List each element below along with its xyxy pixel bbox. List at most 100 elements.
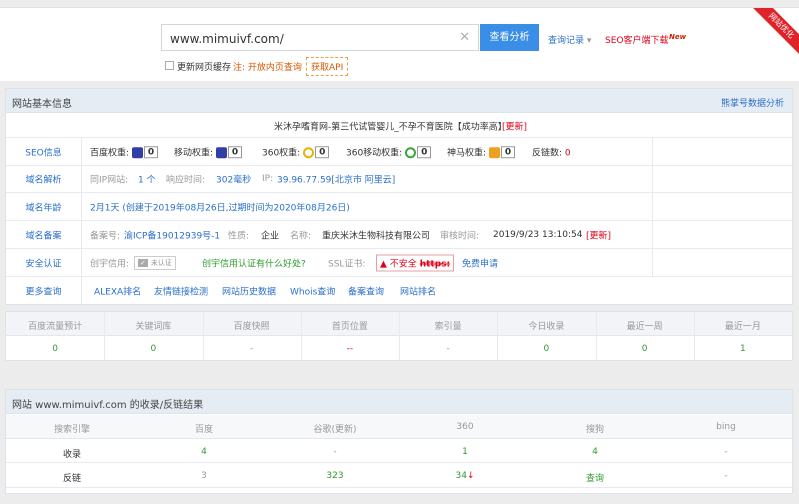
warning-icon: ▲ <box>380 259 387 269</box>
xiongzhang-link[interactable]: 熊掌号数据分析 <box>721 96 784 109</box>
stats-header-cell: 最近一月 <box>724 322 761 332</box>
security-row: 安全认证 创宇信用: ✓ 未认证 创宇信用认证有什么好处? SSL证书: ▲ 不安… <box>6 249 792 277</box>
stats-header-cell: 关键词库 <box>135 322 172 332</box>
seo-client-link[interactable]: SEO客户端下载 <box>605 33 668 46</box>
credit-badge[interactable]: ✓ 未认证 <box>134 255 176 270</box>
divider <box>693 312 695 360</box>
corner-ribbon[interactable]: 网站优化 <box>753 8 799 54</box>
baidu-weight: 百度权重: 0 <box>90 145 159 159</box>
site-title-update-link[interactable]: [更新] <box>502 119 527 132</box>
index-value-cell[interactable]: 查询 <box>530 471 660 484</box>
index-value-cell: - <box>724 471 728 481</box>
refresh-cache-checkbox[interactable] <box>165 61 174 70</box>
response-time-value: 302毫秒 <box>216 175 252 186</box>
divider <box>6 487 792 488</box>
chevron-down-icon: ▾ <box>586 36 592 46</box>
security-label[interactable]: 安全认证 <box>6 249 82 276</box>
credit-benefit-link[interactable]: 创宇信用认证有什么好处? <box>202 256 306 269</box>
search-bar-panel: www.mimuivf.com/ ✕ 查看分析 查询记录 ▾ SEO客户端下载 … <box>0 7 799 81</box>
stats-header-cell: 索引量 <box>434 322 462 332</box>
more-row: 更多查询 ALEXA排名 友情链接检测 网站历史数据 Whois查询 备案查询 … <box>6 277 792 304</box>
query-history-link[interactable]: 查询记录 ▾ <box>548 33 591 46</box>
index-row-label: 反链 <box>62 474 81 484</box>
stats-table: 百度流量预计 0 关键词库 0 百度快照 - 首页位置 -- 索引量 - 今日收录 0 最近一周 0 最近一… <box>5 311 793 361</box>
alexa-link[interactable]: ALEXA排名 <box>94 284 141 297</box>
icp-row: 域名备案 备案号: 渝ICP备19012939号-1 性质: 企业 名称: 重庆… <box>6 221 792 249</box>
icp-no-value[interactable]: 渝ICP备19012939号-1 <box>124 228 220 241</box>
age-row: 域名年龄 2月1天 (创建于2019年08月26日,过期时间为2020年08月2… <box>6 193 792 221</box>
index-value-cell: - <box>333 447 337 457</box>
divider <box>595 312 597 360</box>
stats-header-cell: 首页位置 <box>331 322 368 332</box>
divider <box>300 312 302 360</box>
index-header: 网站 www.mimuivf.com 的收录/反链结果 <box>6 390 792 414</box>
ip-label: IP: <box>262 174 274 184</box>
index-header-cell: bing <box>716 422 736 432</box>
age-label[interactable]: 域名年龄 <box>6 193 82 220</box>
check-icon: ✓ <box>138 258 148 267</box>
dns-label[interactable]: 域名解析 <box>6 166 82 192</box>
index-value-cell: 4 <box>592 447 598 457</box>
get-api-button[interactable]: 获取API <box>306 57 349 76</box>
company-name-value: 重庆米沐生物科技有限公司 <box>322 231 431 241</box>
index-title: 网站 www.mimuivf.com 的收录/反链结果 <box>12 400 204 411</box>
dns-row: 域名解析 同IP网站: 1 个 响应时间: 302毫秒 IP: 39.96.77… <box>6 166 792 193</box>
more-label[interactable]: 更多查询 <box>6 277 82 304</box>
seo-label[interactable]: SEO信息 <box>6 138 82 165</box>
divider <box>104 312 106 360</box>
ssl-badge[interactable]: ▲ 不安全 https: <box>376 254 455 271</box>
divider <box>652 138 653 277</box>
response-time-label: 响应时间: <box>166 175 206 186</box>
search-input[interactable]: www.mimuivf.com/ ✕ <box>161 24 479 51</box>
inner-page-note: 注: 开放内页查询 <box>233 63 302 73</box>
index-section: 网站 www.mimuivf.com 的收录/反链结果 搜索引擎 百度 谷歌(更新)… <box>5 389 793 494</box>
seo-row: SEO信息 百度权重: 0 移动权重: 0 360权重: 0 360移动权重: … <box>6 138 792 166</box>
search-button[interactable]: 查看分析 <box>480 24 539 51</box>
icp-label[interactable]: 域名备案 <box>6 221 82 248</box>
icp-query-link[interactable]: 备案查询 <box>348 284 384 297</box>
google-update-header[interactable]: 谷歌(更新) <box>270 422 400 435</box>
index-header-cell: 360 <box>456 422 474 432</box>
ip-value[interactable]: 39.96.77.59[北京市 阿里云] <box>277 173 395 186</box>
360-mobile-weight: 360移动权重: 0 <box>346 145 432 159</box>
index-header-cell: 搜索引擎 <box>53 425 90 435</box>
index-header-cell: 搜狗 <box>585 425 604 435</box>
mobile-weight: 移动权重: 0 <box>174 145 243 159</box>
stats-value-cell: - <box>446 344 450 354</box>
index-value-cell: - <box>724 447 728 457</box>
index-value-cell: 1 <box>462 447 468 457</box>
refresh-cache-label: 更新网页缓存 <box>177 63 232 73</box>
site-rank-link[interactable]: 网站排名 <box>400 284 436 297</box>
stats-header-cell: 最近一周 <box>626 322 663 332</box>
icp-update-link[interactable]: [更新] <box>586 228 611 241</box>
review-time-value: 2019/9/23 13:10:54 <box>493 229 583 240</box>
stats-header-cell: 百度快照 <box>233 322 270 332</box>
site-title-row: 米沐孕嗜育网-第三代试管婴儿_不孕不育医院【成功率高】 [更新] <box>6 114 792 138</box>
site-title: 米沐孕嗜育网-第三代试管婴儿_不孕不育医院【成功率高】 <box>274 122 507 132</box>
index-value-cell: 4 <box>201 447 207 457</box>
domain-age-value: 2月1天 (创建于2019年08月26日,过期时间为2020年08月26日) <box>90 203 350 213</box>
360-weight: 360权重: 0 <box>262 145 330 159</box>
section-header: 网站基本信息 熊掌号数据分析 <box>6 89 792 113</box>
stats-value-cell: - <box>250 344 254 354</box>
review-time-label: 审核时间: <box>440 231 480 241</box>
history-data-link[interactable]: 网站历史数据 <box>222 284 276 297</box>
shenma-weight: 神马权重: 0 <box>447 145 516 159</box>
index-value-cell: 34↓ <box>455 471 475 481</box>
ssl-free-link[interactable]: 免费申请 <box>462 256 498 269</box>
credit-label: 创宇信用: <box>90 259 130 269</box>
clear-icon[interactable]: ✕ <box>459 30 470 45</box>
divider <box>6 462 792 463</box>
search-input-value[interactable]: www.mimuivf.com/ <box>170 32 284 46</box>
stats-value-cell: -- <box>346 344 354 354</box>
ssl-label: SSL证书: <box>328 259 366 269</box>
company-name-label: 名称: <box>290 231 312 241</box>
basic-info-section: 网站基本信息 熊掌号数据分析 米沐孕嗜育网-第三代试管婴儿_不孕不育医院【成功率… <box>5 88 793 305</box>
backlink-count: 反链数: 0 <box>532 148 571 158</box>
whois-link[interactable]: Whois查询 <box>290 284 335 297</box>
stats-header-cell: 今日收录 <box>528 322 565 332</box>
friend-link-check[interactable]: 友情链接检测 <box>154 284 208 297</box>
same-ip-value[interactable]: 1 个 <box>138 173 156 186</box>
divider <box>399 312 400 360</box>
index-value-cell: 3 <box>201 471 207 481</box>
